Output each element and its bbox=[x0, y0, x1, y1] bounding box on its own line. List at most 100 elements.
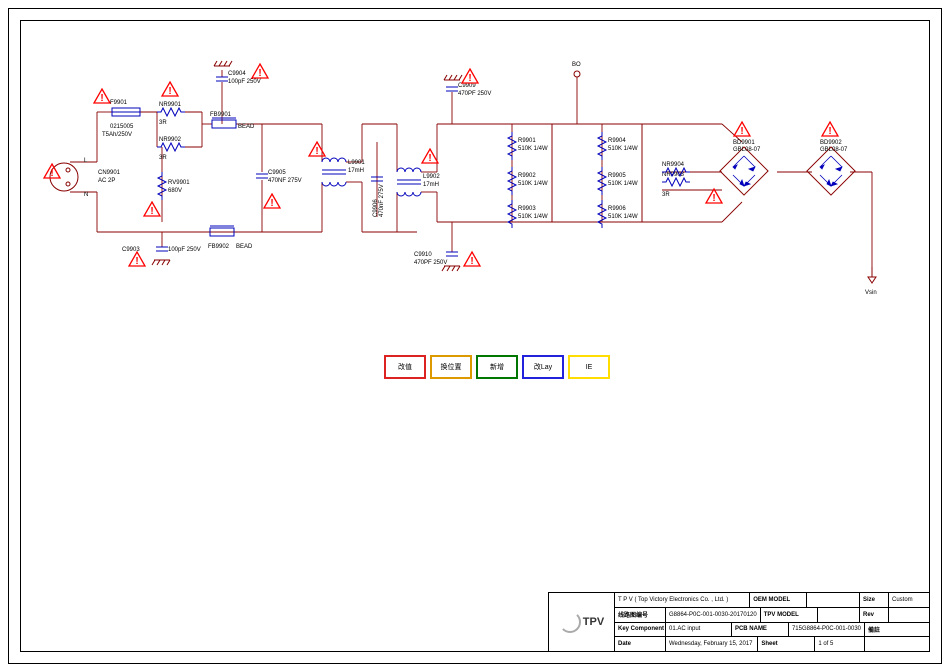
svg-text:3R: 3R bbox=[159, 155, 167, 161]
svg-text:510K 1/4W: 510K 1/4W bbox=[518, 214, 548, 220]
fb9901: FB9901 BEAD bbox=[210, 112, 255, 130]
svg-text:470PF 250V: 470PF 250V bbox=[414, 260, 447, 266]
legend-item: IE bbox=[568, 355, 610, 379]
tpv-model-label: TPV MODEL bbox=[761, 608, 818, 622]
key-comp-label: Key Component bbox=[615, 623, 666, 637]
warn-icon bbox=[422, 149, 438, 164]
svg-text:T5Ah/250V: T5Ah/250V bbox=[102, 132, 132, 138]
r9901: R9901 510K 1/4W bbox=[508, 132, 548, 160]
svg-text:R9903: R9903 bbox=[518, 206, 536, 212]
r9904: R9904 510K 1/4W bbox=[598, 132, 638, 160]
svg-text:Vsin: Vsin bbox=[865, 290, 877, 296]
title-table: T P V ( Top Victory Electronics Co. , Lt… bbox=[615, 593, 929, 651]
gnd-icon bbox=[444, 75, 462, 80]
gnd-icon bbox=[152, 260, 170, 265]
svg-text:F9901: F9901 bbox=[110, 100, 128, 106]
svg-text:C9904: C9904 bbox=[228, 71, 246, 77]
svg-text:N: N bbox=[84, 192, 88, 198]
warn-icon bbox=[706, 189, 722, 204]
c9909: C9909 470PF 250V bbox=[446, 83, 491, 97]
sheet-label: Sheet bbox=[758, 637, 815, 651]
svg-text:100pF 250V: 100pF 250V bbox=[228, 79, 261, 85]
sheet-value: 1 of 5 bbox=[815, 637, 865, 651]
svg-text:510K 1/4W: 510K 1/4W bbox=[608, 181, 638, 187]
svg-text:NR9904: NR9904 bbox=[662, 162, 685, 168]
svg-text:GBL08-07: GBL08-07 bbox=[820, 147, 848, 153]
warn-icon bbox=[264, 194, 280, 209]
title-block: TPV T P V ( Top Victory Electronics Co. … bbox=[548, 592, 930, 652]
svg-text:17mH: 17mH bbox=[348, 168, 364, 174]
svg-text:R9901: R9901 bbox=[518, 138, 536, 144]
f9901: F9901 0215005 T5Ah/250V bbox=[102, 100, 140, 138]
svg-text:BEAD: BEAD bbox=[236, 244, 253, 250]
svg-text:3R: 3R bbox=[159, 120, 167, 126]
node-vsin: Vsin bbox=[865, 267, 877, 296]
nr9902: NR9902 3R bbox=[157, 137, 185, 161]
warn-icon bbox=[129, 252, 145, 267]
warn-icon bbox=[734, 122, 750, 137]
svg-text:L9901: L9901 bbox=[348, 160, 365, 166]
oem-model-label: OEM MODEL bbox=[750, 593, 807, 607]
rev-value bbox=[889, 608, 929, 622]
svg-text:NR9901: NR9901 bbox=[159, 102, 182, 108]
svg-text:R9902: R9902 bbox=[518, 173, 536, 179]
legend-item: 新增 bbox=[476, 355, 518, 379]
nr9903: NR9903 3R bbox=[662, 172, 690, 198]
node-bo: BO bbox=[572, 62, 581, 77]
svg-text:FB9901: FB9901 bbox=[210, 112, 232, 118]
svg-text:C9909: C9909 bbox=[458, 83, 476, 89]
svg-text:510K 1/4W: 510K 1/4W bbox=[608, 214, 638, 220]
svg-text:R9904: R9904 bbox=[608, 138, 626, 144]
tpv-swoosh-icon bbox=[559, 611, 581, 633]
warn-icon bbox=[94, 89, 110, 104]
svg-text:GBL08-07: GBL08-07 bbox=[733, 147, 761, 153]
svg-text:510K 1/4W: 510K 1/4W bbox=[518, 146, 548, 152]
tpv-model-value bbox=[818, 608, 860, 622]
date-value: Wednesday, February 15, 2017 bbox=[666, 637, 758, 651]
warn-icon bbox=[252, 64, 268, 79]
schematic-no-label: 线路图编号 bbox=[615, 608, 666, 622]
svg-text:470nF 275V: 470nF 275V bbox=[379, 184, 385, 217]
legend-item: 换位置 bbox=[430, 355, 472, 379]
size-value: Custom bbox=[889, 593, 929, 607]
c9910: C9910 470PF 250V bbox=[414, 252, 458, 266]
svg-text:470NF 275V: 470NF 275V bbox=[268, 178, 302, 184]
svg-text:BEAD: BEAD bbox=[238, 124, 255, 130]
warn-icon bbox=[144, 202, 160, 217]
note-label: 備註 bbox=[865, 623, 929, 637]
svg-text:510K 1/4W: 510K 1/4W bbox=[518, 181, 548, 187]
pcb-name-value: 715G8864-P0C-001-0030 bbox=[789, 623, 865, 637]
schematic-svg: ! bbox=[22, 22, 928, 622]
gnd-icon bbox=[214, 61, 232, 66]
svg-text:C9905: C9905 bbox=[268, 170, 286, 176]
svg-text:NR9902: NR9902 bbox=[159, 137, 182, 143]
rev-label: Rev bbox=[860, 608, 889, 622]
svg-text:470PF 250V: 470PF 250V bbox=[458, 91, 491, 97]
svg-text:AC 2P: AC 2P bbox=[98, 178, 115, 184]
svg-text:C9910: C9910 bbox=[414, 252, 432, 258]
warn-icon bbox=[309, 142, 325, 157]
bd9901: BD9901 GBL08-07 bbox=[720, 140, 768, 195]
svg-text:510K 1/4W: 510K 1/4W bbox=[608, 146, 638, 152]
schematic-area: ! bbox=[22, 22, 928, 622]
r9906: R9906 510K 1/4W bbox=[598, 200, 638, 228]
note-value bbox=[865, 637, 929, 651]
svg-text:BD9902: BD9902 bbox=[820, 140, 842, 146]
schematic-no-value: G8864-P0C-001-0030-20170120 bbox=[666, 608, 761, 622]
warn-icon bbox=[162, 82, 178, 97]
svg-text:3R: 3R bbox=[662, 192, 670, 198]
svg-text:R9906: R9906 bbox=[608, 206, 626, 212]
svg-text:L9902: L9902 bbox=[423, 174, 440, 180]
key-comp-value: 01.AC input bbox=[666, 623, 732, 637]
svg-text:BO: BO bbox=[572, 62, 581, 68]
warn-icon bbox=[464, 252, 480, 267]
c9905: C9905 470NF 275V bbox=[256, 170, 302, 184]
svg-text:RV9901: RV9901 bbox=[168, 180, 190, 186]
tpv-logo: TPV bbox=[549, 593, 615, 651]
fb9902: FB9902 BEAD bbox=[208, 226, 253, 250]
date-label: Date bbox=[615, 637, 666, 651]
warn-icon bbox=[462, 69, 478, 84]
legend-item: 改值 bbox=[384, 355, 426, 379]
svg-text:100pF 250V: 100pF 250V bbox=[168, 247, 201, 253]
nr9901: NR9901 3R bbox=[157, 102, 185, 126]
